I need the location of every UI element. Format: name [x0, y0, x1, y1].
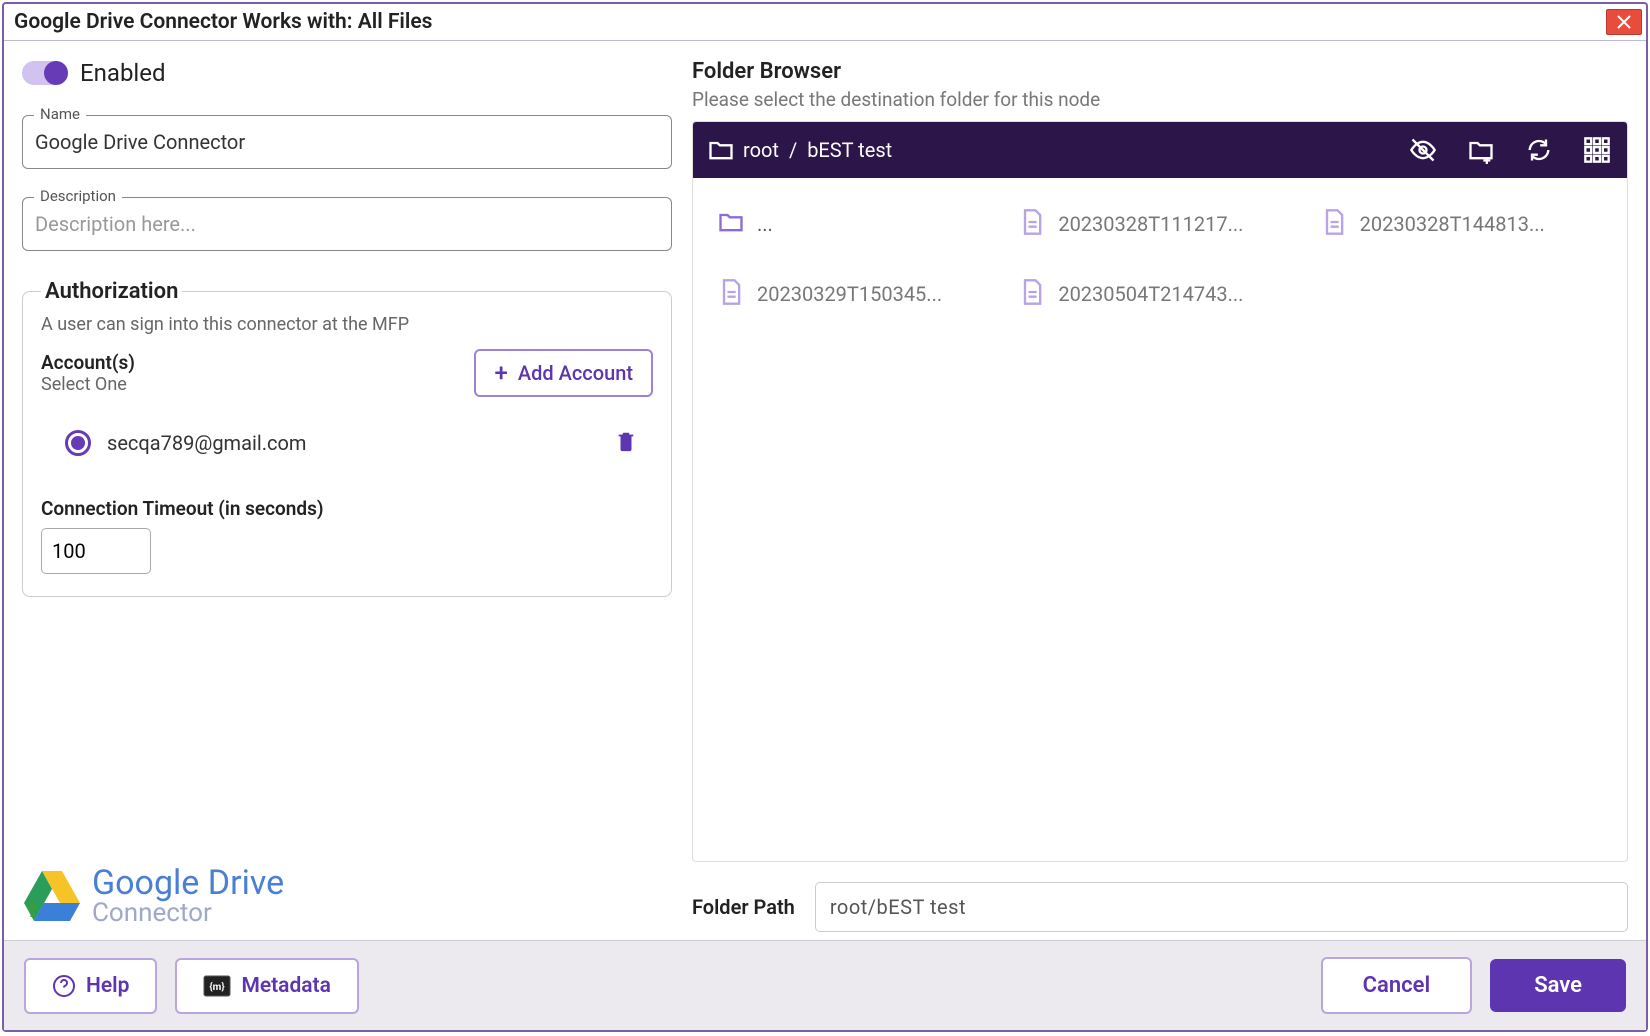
hide-button[interactable]: [1407, 134, 1439, 166]
plus-icon: +: [494, 361, 507, 385]
timeout-label: Connection Timeout (in seconds): [41, 497, 653, 520]
folder-path-input[interactable]: [815, 882, 1628, 932]
window-title: Google Drive Connector Works with: All F…: [8, 6, 1606, 38]
browser-toolbar: root / bEST test: [693, 122, 1627, 178]
account-row[interactable]: secqa789@gmail.com: [41, 409, 653, 477]
help-label: Help: [86, 974, 129, 998]
account-email: secqa789@gmail.com: [107, 431, 609, 455]
enabled-label: Enabled: [80, 59, 166, 87]
close-button[interactable]: [1606, 9, 1642, 35]
grid-view-button[interactable]: [1581, 134, 1613, 166]
breadcrumb-current[interactable]: bEST test: [807, 138, 892, 162]
item-name: ...: [757, 212, 773, 236]
metadata-label: Metadata: [241, 974, 330, 998]
file-icon: [1320, 208, 1348, 240]
item-name: 20230504T214743...: [1058, 282, 1243, 306]
authorization-description: A user can sign into this connector at t…: [41, 314, 653, 335]
titlebar: Google Drive Connector Works with: All F…: [4, 4, 1646, 41]
google-drive-icon: [22, 869, 82, 923]
cancel-button[interactable]: Cancel: [1321, 957, 1473, 1014]
file-item[interactable]: 20230328T111217...: [1014, 198, 1305, 250]
help-button[interactable]: Help: [24, 958, 157, 1014]
grid-icon: [1583, 136, 1611, 164]
enabled-toggle[interactable]: [22, 61, 68, 85]
item-name: 20230328T144813...: [1360, 212, 1545, 236]
folder-path-label: Folder Path: [692, 895, 795, 919]
accounts-title: Account(s): [41, 351, 135, 374]
refresh-icon: [1525, 136, 1553, 164]
new-folder-button[interactable]: [1465, 134, 1497, 166]
logo-sub-text: Connector: [92, 900, 284, 926]
folder-root-icon: [707, 136, 735, 164]
add-account-button[interactable]: + Add Account: [474, 349, 653, 397]
account-radio[interactable]: [65, 430, 91, 456]
item-name: 20230328T111217...: [1058, 212, 1243, 236]
add-account-label: Add Account: [518, 361, 633, 385]
svg-text:{m}: {m}: [210, 981, 226, 993]
description-label: Description: [34, 187, 122, 205]
folder-browser-description: Please select the destination folder for…: [692, 88, 1628, 111]
eye-off-icon: [1409, 136, 1437, 164]
file-icon: [1018, 208, 1046, 240]
file-item[interactable]: 20230328T144813...: [1316, 198, 1607, 250]
folder-plus-icon: [1467, 136, 1495, 164]
breadcrumb: root / bEST test: [743, 138, 1381, 162]
authorization-fieldset: Authorization A user can sign into this …: [22, 279, 672, 597]
description-input[interactable]: [22, 197, 672, 251]
connector-logo: Google Drive Connector: [22, 866, 672, 932]
folder-browser-title: Folder Browser: [692, 59, 1628, 84]
file-item[interactable]: 20230329T150345...: [713, 268, 1004, 320]
help-icon: [52, 974, 76, 998]
name-label: Name: [34, 105, 86, 123]
item-name: 20230329T150345...: [757, 282, 942, 306]
save-button[interactable]: Save: [1490, 959, 1626, 1012]
metadata-icon: {m}: [203, 975, 231, 997]
breadcrumb-separator: /: [789, 138, 797, 162]
file-icon: [1018, 278, 1046, 310]
folder-item[interactable]: ...: [713, 198, 1004, 250]
delete-account-button[interactable]: [609, 423, 643, 463]
close-icon: [1617, 15, 1631, 29]
folder-icon: [717, 208, 745, 240]
refresh-button[interactable]: [1523, 134, 1555, 166]
authorization-legend: Authorization: [41, 279, 182, 304]
file-item[interactable]: 20230504T214743...: [1014, 268, 1305, 320]
file-icon: [717, 278, 745, 310]
footer: Help {m} Metadata Cancel Save: [4, 940, 1646, 1030]
breadcrumb-root[interactable]: root: [743, 138, 779, 162]
accounts-subtitle: Select One: [41, 374, 135, 395]
trash-icon: [615, 429, 637, 453]
logo-main-text: Google Drive: [92, 866, 284, 900]
timeout-input[interactable]: [41, 528, 151, 574]
name-input[interactable]: [22, 115, 672, 169]
metadata-button[interactable]: {m} Metadata: [175, 958, 358, 1014]
